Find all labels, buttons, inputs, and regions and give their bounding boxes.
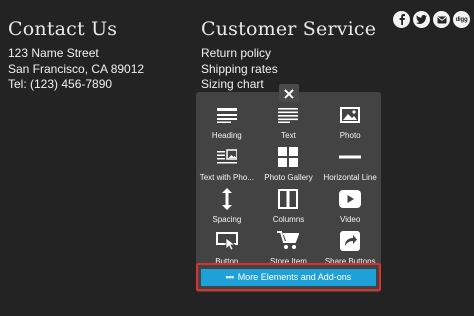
shipping-rates-link[interactable]: Shipping rates xyxy=(201,62,278,78)
element-grid: Heading Text Photo Text with Pho... Phot xyxy=(196,101,381,269)
columns-label: Columns xyxy=(272,215,305,224)
photo-gallery-element[interactable]: Photo Gallery xyxy=(258,143,320,185)
facebook-icon[interactable] xyxy=(393,11,410,28)
customer-service-links: Return policy Shipping rates Sizing char… xyxy=(201,46,278,93)
contact-title: Contact Us xyxy=(8,18,118,40)
text-with-photo-element[interactable]: Text with Pho... xyxy=(196,143,258,185)
add-element-panel: Heading Text Photo Text with Pho... Phot xyxy=(196,92,381,292)
text-with-photo-icon xyxy=(216,146,237,168)
photo-element[interactable]: Photo xyxy=(319,101,381,143)
digg-icon[interactable]: digg xyxy=(453,11,470,28)
close-icon[interactable]: × xyxy=(279,84,299,103)
sizing-chart-link[interactable]: Sizing chart xyxy=(201,77,278,93)
columns-element[interactable]: Columns xyxy=(258,185,320,227)
video-label: Video xyxy=(340,215,361,224)
horizontal-line-label: Horizontal Line xyxy=(323,173,377,182)
more-dots-icon: ••• xyxy=(225,272,234,282)
more-elements-button[interactable]: ••• More Elements and Add-ons xyxy=(201,268,376,286)
text-with-photo-label: Text with Pho... xyxy=(199,173,254,182)
spacing-element[interactable]: Spacing xyxy=(196,185,258,227)
more-elements-label: More Elements and Add-ons xyxy=(237,272,352,282)
horizontal-line-element[interactable]: Horizontal Line xyxy=(319,143,381,185)
share-buttons-icon xyxy=(340,230,361,252)
customer-service-title: Customer Service xyxy=(201,18,377,40)
photo-gallery-icon xyxy=(278,146,299,168)
heading-element[interactable]: Heading xyxy=(196,101,258,143)
return-policy-link[interactable]: Return policy xyxy=(201,46,278,62)
heading-icon xyxy=(216,104,237,126)
button-icon xyxy=(215,230,238,252)
spacing-label: Spacing xyxy=(212,215,242,224)
photo-gallery-label: Photo Gallery xyxy=(264,173,313,182)
video-element[interactable]: Video xyxy=(319,185,381,227)
text-element[interactable]: Text xyxy=(258,101,320,143)
photo-icon xyxy=(340,104,361,126)
spacing-icon xyxy=(221,188,233,210)
video-icon xyxy=(339,188,362,210)
city-line: San Francisco, CA 89012 xyxy=(8,61,145,76)
horizontal-line-icon xyxy=(339,146,362,168)
email-icon[interactable] xyxy=(433,11,450,28)
digg-text: digg xyxy=(455,16,468,23)
text-icon xyxy=(278,104,299,126)
address-line: 123 Name Street xyxy=(8,46,99,60)
phone-line: Tel: (123) 456-7890 xyxy=(8,77,113,91)
twitter-icon[interactable] xyxy=(413,11,430,28)
social-icons: digg xyxy=(393,11,470,28)
more-elements-highlight: ••• More Elements and Add-ons xyxy=(196,263,381,291)
contact-lines: 123 Name Street San Francisco, CA 89012 … xyxy=(8,46,144,93)
heading-label: Heading xyxy=(211,131,242,140)
text-label: Text xyxy=(281,131,296,140)
photo-label: Photo xyxy=(339,131,361,140)
store-item-icon xyxy=(277,230,300,252)
columns-icon xyxy=(278,188,299,210)
